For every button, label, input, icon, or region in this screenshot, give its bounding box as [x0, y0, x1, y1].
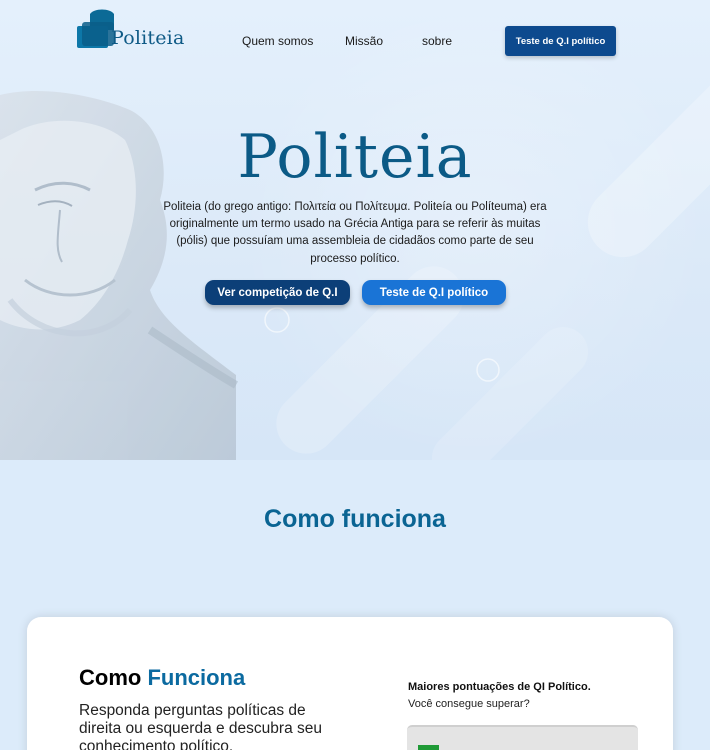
- section-title: Como funciona: [264, 505, 446, 533]
- test-button[interactable]: Teste de Q.I político: [362, 280, 506, 305]
- brand-name[interactable]: Politeia: [111, 27, 185, 49]
- card-title-part1: Como: [79, 665, 148, 690]
- brazil-flag-icon: [418, 745, 439, 750]
- ranking-list: [407, 725, 638, 750]
- hero-description: Politeia (do grego antigo: Πολιτεία ou Π…: [163, 201, 547, 265]
- nav-link-quem-somos[interactable]: Quem somos: [242, 34, 313, 48]
- card-description: Responda perguntas políticas de direita …: [79, 702, 322, 750]
- hero-title: Politeia: [237, 122, 473, 192]
- card-title: Como Funciona: [79, 665, 245, 691]
- nav-test-button[interactable]: Teste de Q.I político: [505, 26, 616, 56]
- ranking-title: Maiores pontuações de QI Político.: [408, 681, 591, 693]
- competition-button[interactable]: Ver competição de Q.I: [205, 280, 350, 305]
- nav-link-sobre[interactable]: sobre: [422, 34, 452, 48]
- card-title-part2: Funciona: [147, 665, 246, 690]
- ranking-subtitle: Você consegue superar?: [408, 698, 530, 710]
- hero-section: Politeia Quem somos Missão sobre Teste d…: [0, 0, 710, 460]
- nav-link-missao[interactable]: Missão: [345, 34, 383, 48]
